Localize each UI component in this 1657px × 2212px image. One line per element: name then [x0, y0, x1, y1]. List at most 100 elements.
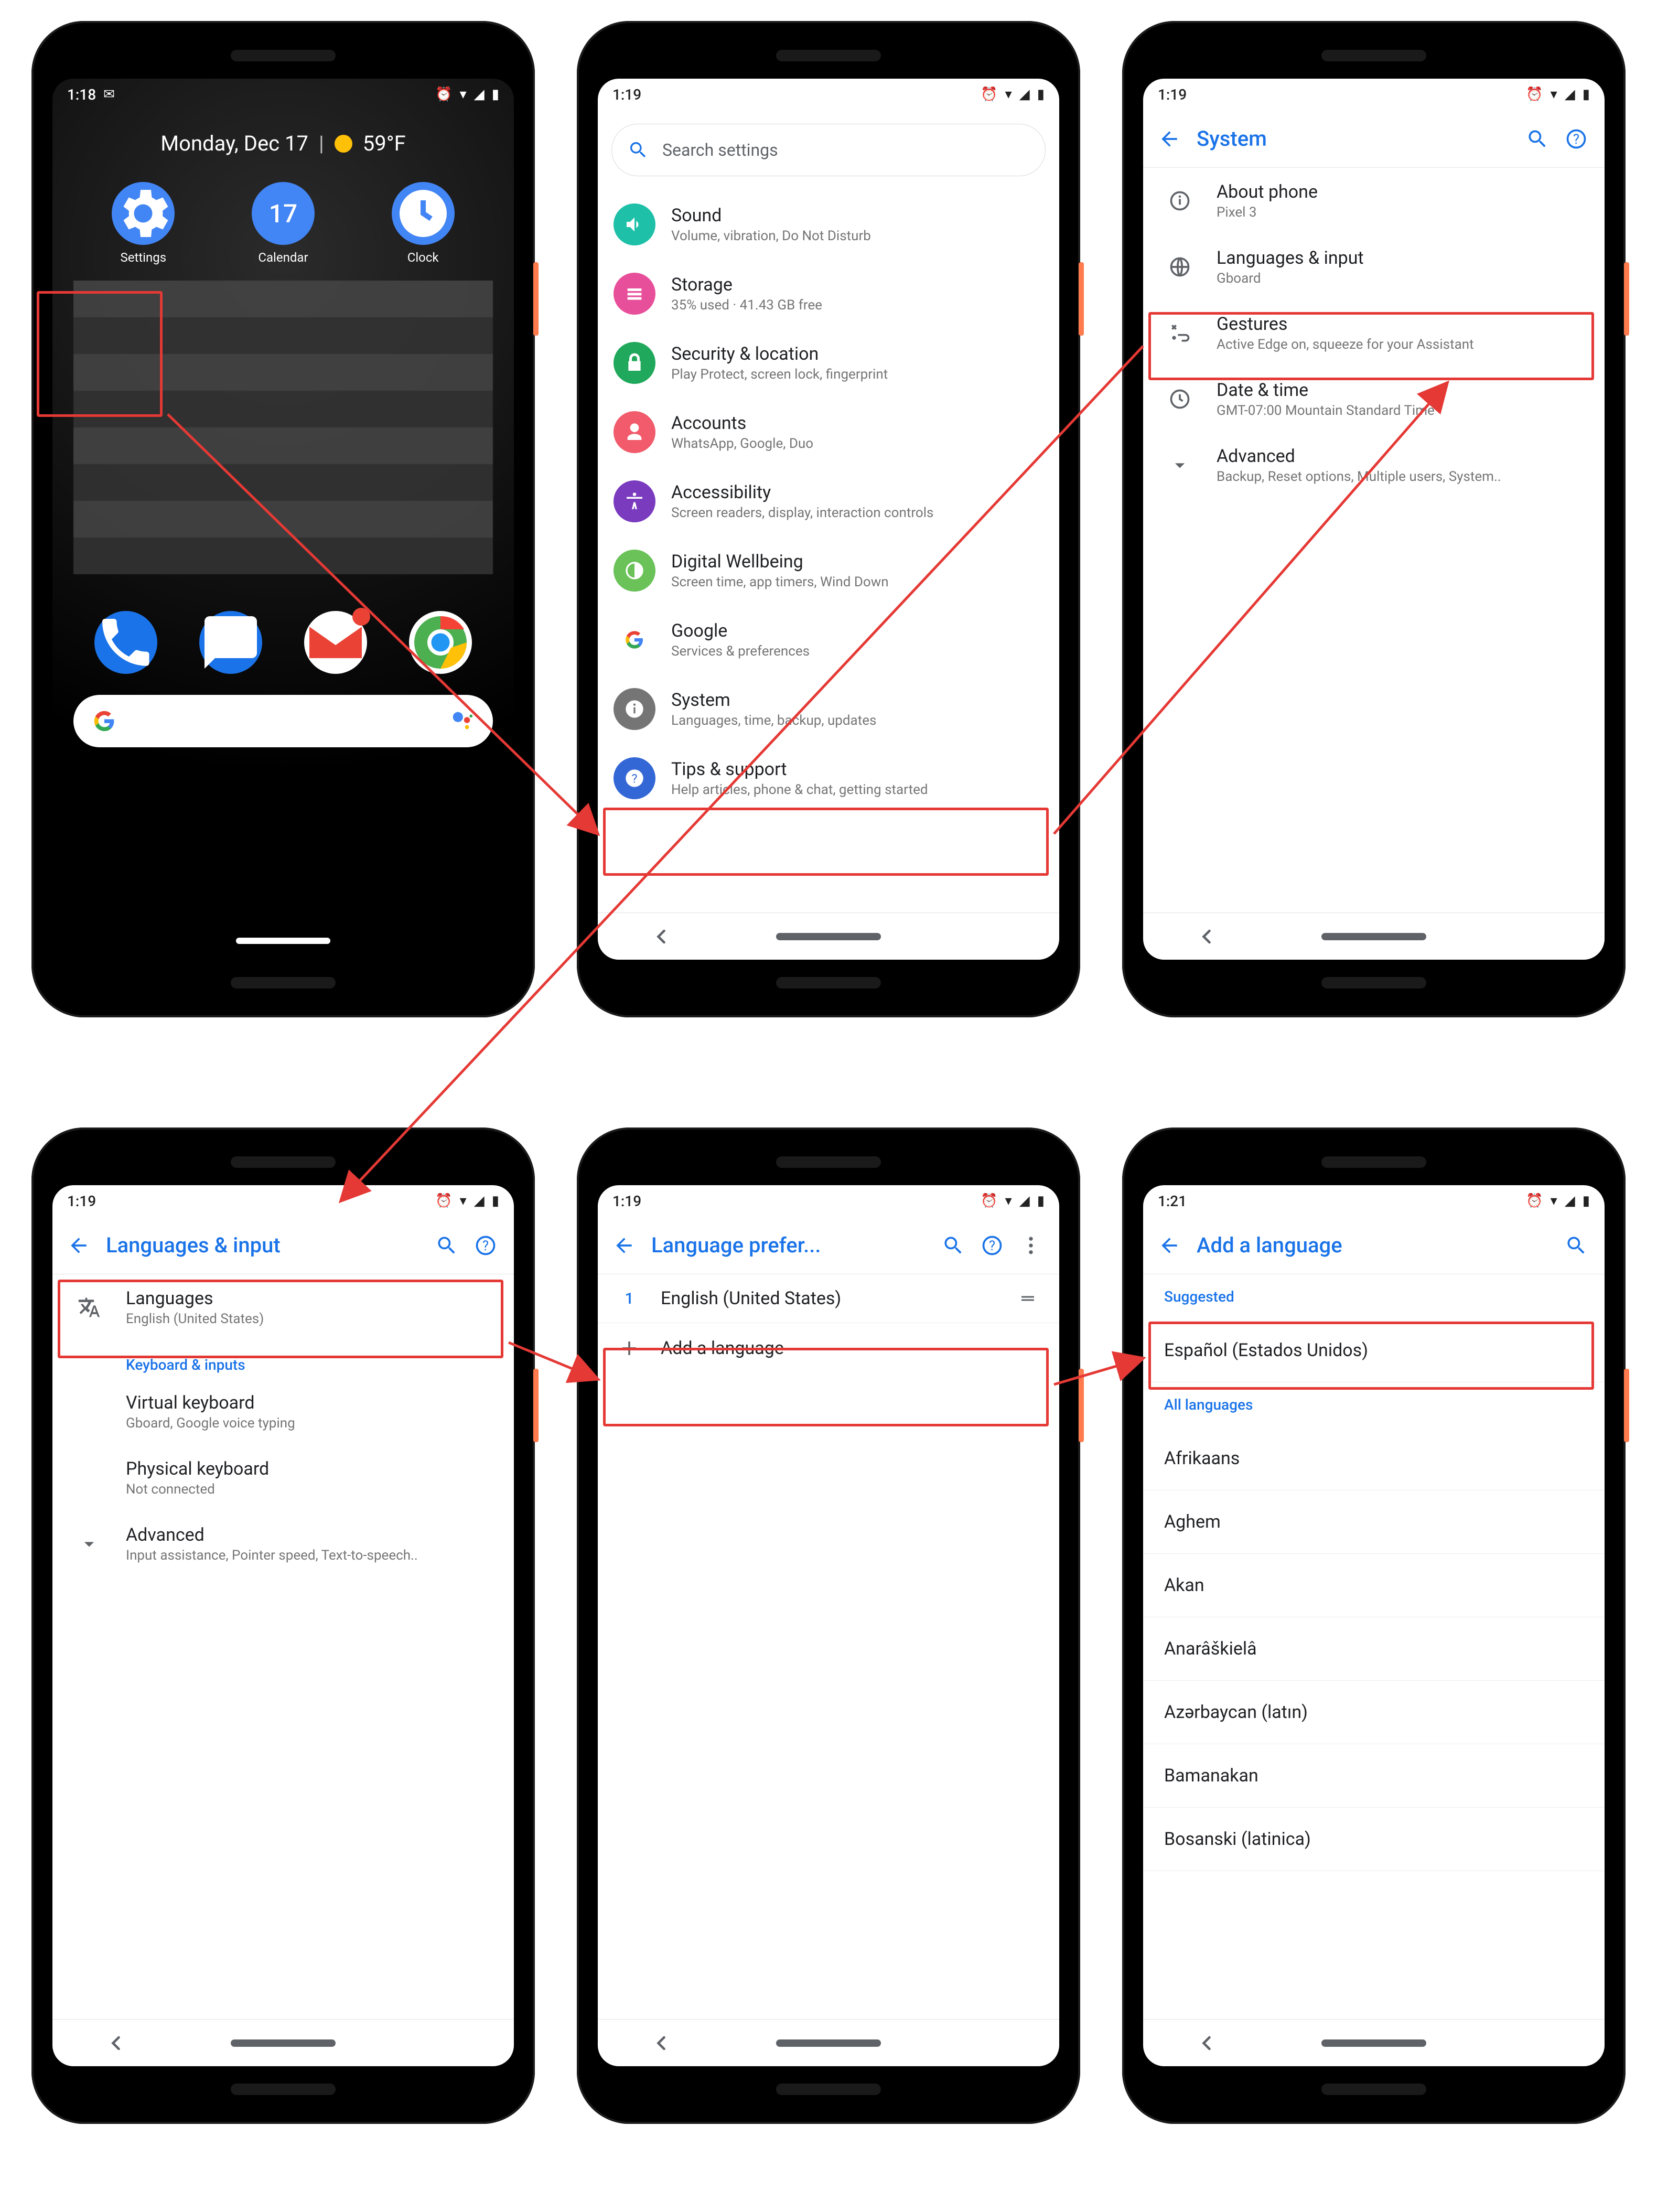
settings-row-accounts[interactable]: Accounts WhatsApp, Google, Duo [598, 398, 1059, 467]
appbar-add-lang: Add a language [1143, 1217, 1605, 1274]
dock-gmail[interactable] [304, 611, 367, 674]
system-nav-bar [1143, 2019, 1605, 2066]
row-title: Advanced [1217, 446, 1589, 467]
google-g-icon [92, 709, 116, 733]
signal-icon: ◢ [1019, 88, 1030, 101]
row-sub: Services & preferences [671, 643, 1043, 659]
lock-icon [614, 342, 655, 384]
alarm-icon: ⏰ [435, 1194, 452, 1208]
lang-item[interactable]: Akan [1143, 1554, 1605, 1617]
a11y-icon [614, 480, 655, 522]
phone-2-settings: 1:19 ⏰▾◢▮ Search settings Sound Volume, … [577, 21, 1080, 1017]
row-sub: Languages, time, backup, updates [671, 713, 1043, 728]
lang-item[interactable]: Azərbaycan (latın) [1143, 1681, 1605, 1744]
settings-row-sound[interactable]: Sound Volume, vibration, Do Not Disturb [598, 190, 1059, 259]
nav-back-button[interactable] [1195, 2032, 1218, 2055]
system-row-about-phone[interactable]: About phone Pixel 3 [1143, 168, 1605, 234]
help-button[interactable]: ? [474, 1234, 499, 1257]
nav-home-pill[interactable] [1321, 933, 1426, 940]
app-calendar[interactable]: 17 Calendar [246, 182, 320, 265]
settings-row-system[interactable]: System Languages, time, backup, updates [598, 674, 1059, 744]
settings-row-accessibility[interactable]: Accessibility Screen readers, display, i… [598, 467, 1059, 536]
system-row-date-time[interactable]: Date & time GMT-07:00 Mountain Standard … [1143, 366, 1605, 432]
dock-chrome[interactable] [409, 611, 472, 674]
drag-handle-icon[interactable] [1012, 1289, 1043, 1308]
notification-badge-icon [352, 608, 370, 626]
language-list[interactable]: Suggested Español (Estados Unidos) All l… [1143, 1274, 1605, 2019]
settings-row-digital-wellbeing[interactable]: Digital Wellbeing Screen time, app timer… [598, 536, 1059, 605]
back-button[interactable] [612, 1234, 638, 1257]
app-settings[interactable]: Settings [106, 182, 180, 265]
row-sub: Play Protect, screen lock, fingerprint [671, 367, 1043, 382]
nav-home-pill[interactable] [1321, 2039, 1426, 2047]
system-row-gestures[interactable]: Gestures Active Edge on, squeeze for you… [1143, 300, 1605, 366]
home-temperature: 59°F [363, 131, 406, 156]
system-row-advanced[interactable]: Advanced Backup, Reset options, Multiple… [1143, 432, 1605, 498]
home-date-weather[interactable]: Monday, Dec 17 | 59°F [52, 131, 514, 156]
lang-input-list[interactable]: Languages English (United States) Keyboa… [52, 1274, 514, 2019]
dock-phone[interactable] [94, 611, 157, 674]
settings-list[interactable]: Sound Volume, vibration, Do Not Disturb … [598, 190, 1059, 912]
search-button[interactable] [1526, 127, 1551, 151]
battery-icon: ▮ [492, 88, 499, 101]
overflow-button[interactable] [1019, 1234, 1045, 1257]
home-gesture-pill[interactable] [236, 938, 330, 944]
settings-row-tips-support[interactable]: ? Tips & support Help articles, phone & … [598, 744, 1059, 813]
home-app-row: Settings 17 Calendar Clock [52, 182, 514, 265]
lang-item[interactable]: Anarâškielâ [1143, 1617, 1605, 1680]
nav-home-pill[interactable] [776, 933, 881, 940]
row-physical-keyboard[interactable]: Physical keyboard Not connected [52, 1445, 514, 1511]
row-current-language[interactable]: 1 English (United States) [598, 1274, 1059, 1323]
wellbeing-icon [614, 550, 655, 592]
google-icon [614, 619, 655, 661]
lang-item[interactable]: Afrikaans [1143, 1427, 1605, 1490]
signal-icon: ◢ [474, 1194, 485, 1208]
nav-back-button[interactable] [650, 925, 673, 948]
nav-back-button[interactable] [1195, 925, 1218, 948]
app-clock[interactable]: Clock [386, 182, 460, 265]
current-language: English (United States) [661, 1288, 996, 1309]
settings-row-storage[interactable]: Storage 35% used · 41.43 GB free [598, 259, 1059, 328]
row-virtual-keyboard[interactable]: Virtual keyboard Gboard, Google voice ty… [52, 1379, 514, 1445]
help-button[interactable]: ? [1565, 127, 1590, 151]
back-button[interactable] [1158, 127, 1183, 151]
row-add-language[interactable]: Add a language [598, 1323, 1059, 1373]
lang-item[interactable]: Bosanski (latinica) [1143, 1808, 1605, 1871]
nav-home-pill[interactable] [231, 2039, 336, 2047]
lang-pref-screen: 1:19 ⏰▾◢▮ Language prefer... ? 1 English… [598, 1185, 1059, 2066]
back-button[interactable] [1158, 1234, 1183, 1257]
search-button[interactable] [435, 1234, 460, 1257]
row-sub: Backup, Reset options, Multiple users, S… [1217, 469, 1589, 485]
settings-search[interactable]: Search settings [611, 124, 1046, 176]
nav-back-button[interactable] [104, 2032, 127, 2055]
header-suggested: Suggested [1143, 1274, 1605, 1319]
row-sub: Help articles, phone & chat, getting sta… [671, 782, 1043, 798]
system-row-languages-input[interactable]: Languages & input Gboard [1143, 234, 1605, 300]
lang-item[interactable]: Bamanakan [1143, 1744, 1605, 1807]
settings-row-google[interactable]: Google Services & preferences [598, 605, 1059, 674]
row-sub: Active Edge on, squeeze for your Assista… [1217, 337, 1589, 352]
settings-row-security-location[interactable]: Security & location Play Protect, screen… [598, 328, 1059, 398]
system-list[interactable]: About phone Pixel 3 Languages & input Gb… [1143, 168, 1605, 912]
back-button[interactable] [67, 1234, 92, 1257]
help-icon: ? [614, 757, 655, 799]
lang-item[interactable]: Aghem [1143, 1490, 1605, 1553]
search-button[interactable] [1565, 1234, 1590, 1257]
wifi-icon: ▾ [460, 88, 467, 101]
lang-suggested[interactable]: Español (Estados Unidos) [1143, 1319, 1605, 1382]
search-button[interactable] [942, 1234, 967, 1257]
status-time: 1:18 [67, 86, 96, 103]
nav-home-pill[interactable] [776, 2039, 881, 2047]
row-advanced[interactable]: Advanced Input assistance, Pointer speed… [52, 1511, 514, 1577]
settings-screen: 1:19 ⏰▾◢▮ Search settings Sound Volume, … [598, 79, 1059, 960]
dock-messages[interactable] [199, 611, 262, 674]
help-button[interactable]: ? [981, 1234, 1006, 1257]
appbar-title: Add a language [1197, 1233, 1551, 1258]
row-title: Sound [671, 205, 1043, 226]
row-languages[interactable]: Languages English (United States) [52, 1274, 514, 1340]
row-sub: Pixel 3 [1217, 205, 1589, 220]
google-search-bar[interactable] [73, 695, 493, 747]
language-pref-list[interactable]: 1 English (United States) Add a language [598, 1274, 1059, 2019]
appbar-system: System ? [1143, 110, 1605, 168]
nav-back-button[interactable] [650, 2032, 673, 2055]
